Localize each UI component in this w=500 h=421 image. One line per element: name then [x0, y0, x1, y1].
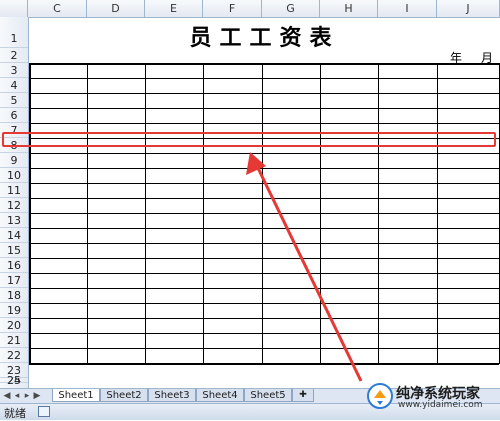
grid-row-line: [29, 153, 499, 154]
grid-row-line: [29, 303, 499, 304]
spreadsheet-grid[interactable]: 员工工资表 年 月: [29, 17, 500, 388]
row-highlight-box: [2, 132, 496, 147]
row-header[interactable]: 6: [0, 108, 28, 123]
row-header[interactable]: 11: [0, 183, 28, 198]
grid-column-line: [145, 63, 146, 364]
grid-row-line: [29, 348, 499, 349]
row-header[interactable]: 17: [0, 273, 28, 288]
sheet-tab-1[interactable]: Sheet1: [52, 389, 100, 402]
select-all-corner[interactable]: [0, 0, 28, 17]
grid-row-line: [29, 243, 499, 244]
row-header[interactable]: 16: [0, 258, 28, 273]
sheet-tab-5[interactable]: Sheet5: [244, 389, 292, 402]
grid-row-line: [29, 288, 499, 289]
grid-column-line: [29, 63, 31, 364]
grid-row-line: [29, 318, 499, 319]
grid-column-line: [203, 63, 204, 364]
watermark-logo-icon: [367, 383, 393, 409]
grid-row-line: [29, 78, 499, 79]
grid-row-line: [29, 363, 499, 365]
sheet-tab-3[interactable]: Sheet3: [148, 389, 196, 402]
watermark: 纯净系统玩家 www.yidaimei.com: [366, 380, 500, 414]
grid-row-line: [29, 228, 499, 229]
row-header[interactable]: 3: [0, 63, 28, 78]
grid-row-line: [29, 198, 499, 199]
row-header[interactable]: 10: [0, 168, 28, 183]
column-header-j[interactable]: J: [437, 0, 500, 17]
row-header[interactable]: 1: [0, 17, 28, 48]
row-header[interactable]: 5: [0, 93, 28, 108]
column-header-g[interactable]: G: [262, 0, 320, 17]
row-header[interactable]: 22: [0, 348, 28, 363]
grid-column-line: [437, 63, 438, 364]
grid-row-line: [29, 168, 499, 169]
row-header[interactable]: 15: [0, 243, 28, 258]
grid-column-line: [87, 63, 88, 364]
grid-row-line: [29, 213, 499, 214]
column-header-i[interactable]: I: [378, 0, 437, 17]
sheet-tab-2[interactable]: Sheet2: [100, 389, 148, 402]
row-header[interactable]: 14: [0, 228, 28, 243]
grid-row-line: [29, 258, 499, 259]
tab-last-icon[interactable]: ▶: [32, 390, 42, 402]
row-header[interactable]: 13: [0, 213, 28, 228]
column-header-e[interactable]: E: [145, 0, 203, 17]
watermark-url: www.yidaimei.com: [398, 400, 483, 410]
row-header[interactable]: 20: [0, 318, 28, 333]
grid-row-line: [29, 108, 499, 109]
grid-row-line: [29, 273, 499, 274]
sheet-tab-4[interactable]: Sheet4: [196, 389, 244, 402]
grid-row-line: [29, 93, 499, 94]
grid-row-line: [29, 333, 499, 334]
row-header-25[interactable]: 25: [0, 374, 28, 387]
insert-sheet-icon[interactable]: ✚: [292, 389, 314, 402]
row-header[interactable]: 4: [0, 78, 28, 93]
row-header[interactable]: 18: [0, 288, 28, 303]
row-header[interactable]: 12: [0, 198, 28, 213]
page-title: 员工工资表: [189, 25, 340, 51]
grid-row-line: [29, 63, 499, 65]
row-header[interactable]: 19: [0, 303, 28, 318]
tab-prev-icon[interactable]: ◂: [12, 390, 22, 402]
row-header[interactable]: 21: [0, 333, 28, 348]
row-header-bar: 1 2 3 4 5 6 7 8 9 10 11 12 13 14 15 16 1…: [0, 17, 29, 388]
column-header-c[interactable]: C: [28, 0, 87, 17]
column-header-h[interactable]: H: [320, 0, 378, 17]
column-header-f[interactable]: F: [203, 0, 262, 17]
row-header[interactable]: 9: [0, 153, 28, 168]
tab-next-icon[interactable]: ▸: [22, 390, 32, 402]
row-header[interactable]: 2: [0, 48, 28, 63]
grid-column-line: [378, 63, 379, 364]
column-header-d[interactable]: D: [87, 0, 145, 17]
grid-column-line: [320, 63, 321, 364]
grid-row-line: [29, 123, 499, 124]
macro-record-icon[interactable]: [38, 406, 50, 417]
column-header-bar: C D E F G H I J: [0, 0, 500, 18]
grid-row-line: [29, 183, 499, 184]
grid-column-line: [262, 63, 263, 364]
tab-first-icon[interactable]: ◀: [2, 390, 12, 402]
